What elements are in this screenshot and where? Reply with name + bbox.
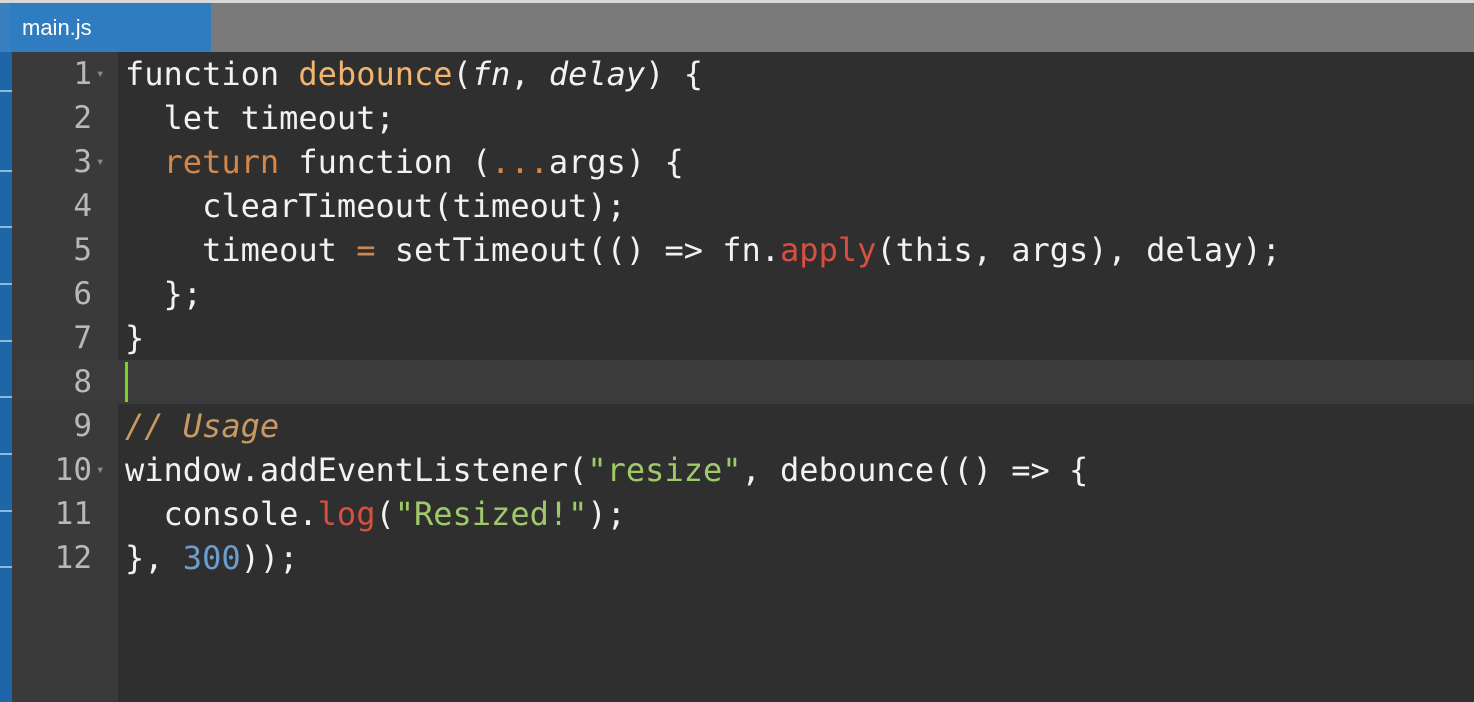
line-number: 8 (73, 364, 92, 400)
assignment-operator: = (356, 231, 376, 269)
line-number: 6 (73, 276, 92, 312)
text-cursor (125, 362, 128, 402)
number-literal: 300 (182, 539, 241, 577)
punctuation: ) { (645, 55, 703, 93)
code-line-1: function debounce(fn, delay) { (125, 52, 703, 96)
line-number: 7 (73, 320, 92, 356)
code-line-7: } (125, 319, 145, 357)
parameter: delay (548, 55, 646, 93)
side-panel-strip[interactable] (0, 52, 12, 702)
tab-bar: main.js (0, 0, 1474, 52)
code-text: ); (587, 495, 626, 533)
strip-divider (0, 340, 12, 342)
method-name: apply (780, 231, 877, 269)
code-text: setTimeout(() => fn. (375, 231, 781, 269)
code-text: )); (240, 539, 299, 577)
code-line-9-comment: // Usage (125, 407, 280, 445)
active-line-highlight (12, 360, 1474, 404)
keyword: function (125, 55, 299, 93)
strip-divider (0, 566, 12, 568)
strip-divider (0, 90, 12, 92)
code-line-6: }; (125, 275, 203, 313)
function-name: debounce (298, 55, 453, 93)
spread-operator: ... (491, 143, 549, 181)
code-text: args) { (548, 143, 684, 181)
strip-divider (0, 226, 12, 228)
code-editor-window: main.js 1 2 3 4 5 6 7 8 9 10 11 12 ▾ ▾ ▾… (0, 0, 1474, 702)
line-number: 12 (54, 540, 92, 576)
line-number: 5 (73, 232, 92, 268)
strip-divider (0, 170, 12, 172)
code-line-2: let timeout; (125, 99, 395, 137)
line-number: 10 (54, 452, 92, 488)
line-number: 9 (73, 408, 92, 444)
code-text: ( (375, 495, 395, 533)
string-literal: "resize" (587, 451, 742, 489)
punctuation: ( (452, 55, 472, 93)
code-line-10: window.addEventListener("resize", deboun… (125, 448, 1088, 492)
code-line-12: }, 300)); (125, 536, 298, 580)
code-text: window.addEventListener( (125, 451, 588, 489)
tab-main-js[interactable]: main.js (10, 3, 211, 52)
keyword-return: return (163, 143, 280, 181)
strip-divider (0, 510, 12, 512)
code-line-5: timeout = setTimeout(() => fn.apply(this… (125, 228, 1281, 272)
code-line-3: return function (...args) { (125, 140, 684, 184)
line-number: 1 (73, 56, 92, 92)
punctuation: , (510, 55, 549, 93)
line-number: 11 (54, 496, 92, 532)
code-text: console. (125, 495, 318, 533)
strip-divider (0, 453, 12, 455)
line-number: 4 (73, 188, 92, 224)
code-text: (this, args), delay); (876, 231, 1281, 269)
line-number: 3 (73, 144, 92, 180)
strip-divider (0, 283, 12, 285)
method-name: log (317, 495, 376, 533)
code-line-4: clearTimeout(timeout); (125, 187, 626, 225)
string-literal: "Resized!" (394, 495, 588, 533)
code-text: timeout (125, 231, 357, 269)
code-text: , debounce(() => { (741, 451, 1089, 489)
strip-divider (0, 396, 12, 398)
line-number: 2 (73, 100, 92, 136)
fold-toggle-icon[interactable]: ▾ (96, 448, 110, 492)
parameter: fn (471, 55, 511, 93)
code-text: }, (125, 539, 183, 577)
fold-toggle-icon[interactable]: ▾ (96, 140, 110, 184)
fold-toggle-icon[interactable]: ▾ (96, 52, 110, 96)
code-text: function ( (279, 143, 492, 181)
code-line-11: console.log("Resized!"); (125, 492, 626, 536)
tab-edge (0, 3, 10, 52)
